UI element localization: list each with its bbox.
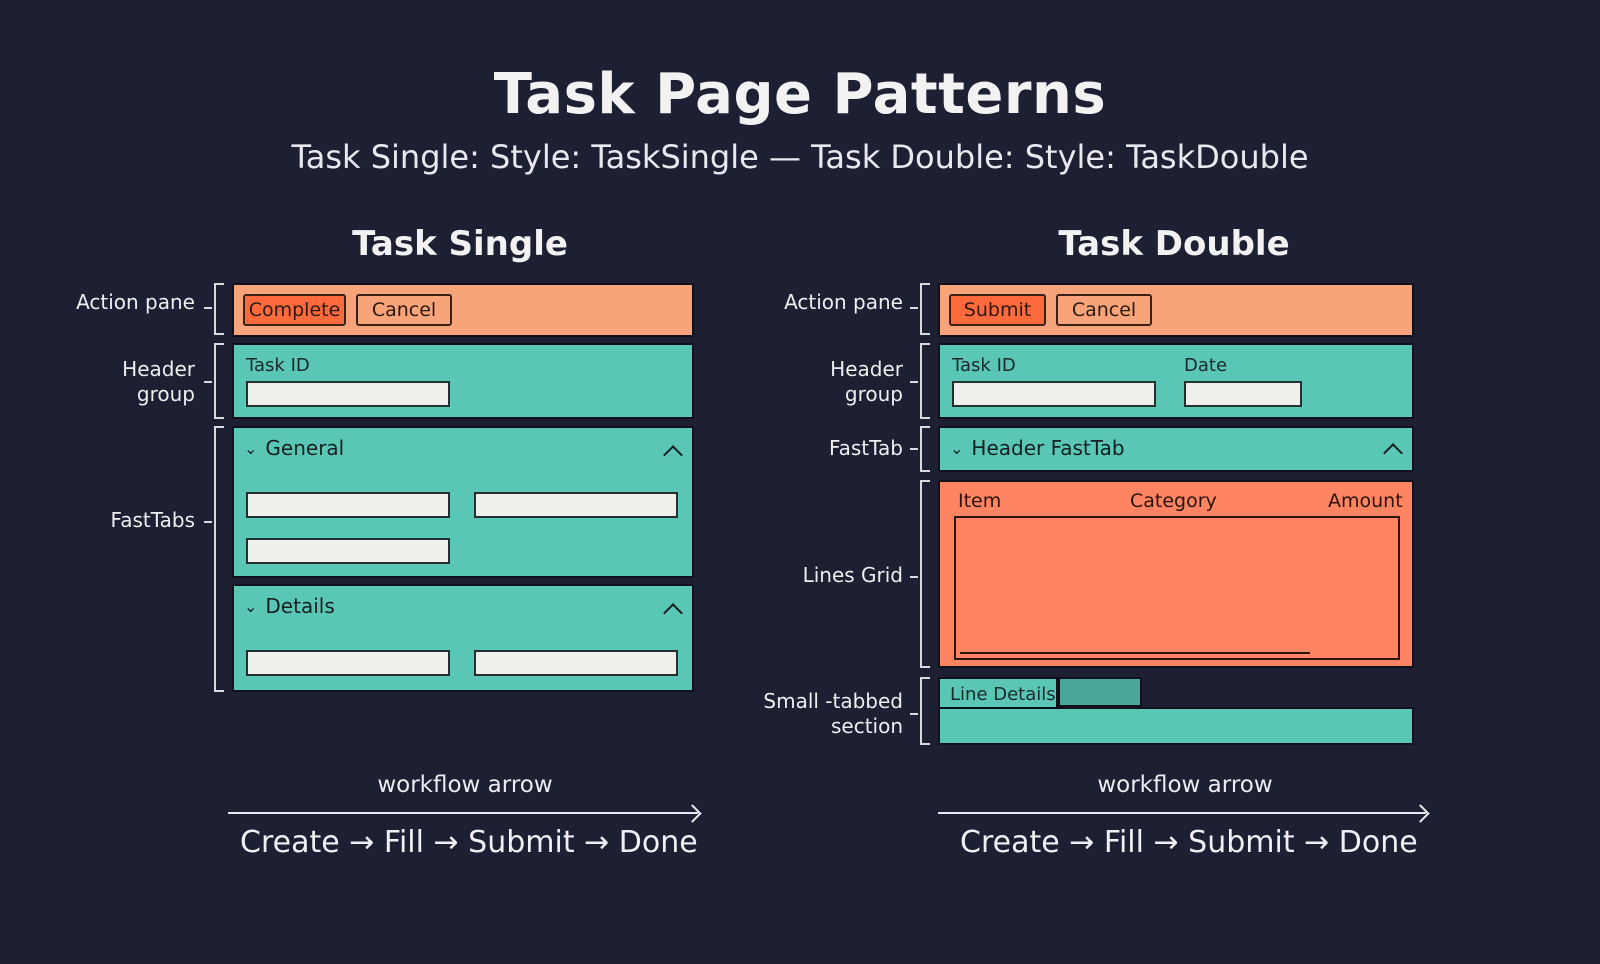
grid-column-item[interactable]: Item	[958, 490, 1001, 512]
label-tick	[910, 307, 918, 309]
action-pane: Submit Cancel	[938, 283, 1414, 337]
tab-line-details[interactable]: Line Details	[938, 677, 1058, 709]
arrow-right-icon	[683, 804, 702, 823]
general-field-3[interactable]	[246, 538, 450, 564]
fasttab-header[interactable]: ⌄ Header FastTab	[950, 436, 1125, 460]
label-fasttabs: FastTabs	[110, 508, 195, 532]
label-lines-grid: Lines Grid	[802, 563, 903, 587]
date-input[interactable]	[1184, 381, 1302, 407]
bracket-small-tabbed	[920, 677, 930, 745]
workflow-arrow-line	[938, 812, 1426, 814]
details-field-2[interactable]	[474, 650, 678, 676]
label-action-pane: Action pane	[76, 290, 195, 314]
label-fasttab: FastTab	[828, 436, 903, 460]
general-field-1[interactable]	[246, 492, 450, 518]
bracket-lines-grid	[920, 480, 930, 668]
action-pane: Complete Cancel	[232, 283, 694, 337]
label-tick	[910, 448, 918, 450]
cancel-button[interactable]: Cancel	[356, 294, 452, 326]
label-tick	[910, 576, 918, 578]
arrow-right-icon	[1411, 804, 1430, 823]
header-fasttab: ⌄ Header FastTab	[938, 426, 1414, 472]
fasttab-header[interactable]: ⌄ Details	[244, 594, 335, 618]
label-tick	[204, 521, 212, 523]
workflow-arrow-label: workflow arrow	[1097, 772, 1273, 798]
chevron-down-icon: ⌄	[244, 596, 258, 616]
label-tick	[204, 381, 212, 383]
header-group: Task ID Date	[938, 343, 1414, 419]
label-small-tabbed: Small -tabbed section	[763, 689, 903, 738]
task-id-input[interactable]	[246, 381, 450, 407]
details-field-1[interactable]	[246, 650, 450, 676]
label-tick	[910, 713, 918, 715]
bracket-header-group	[920, 343, 930, 419]
general-field-2[interactable]	[474, 492, 678, 518]
fasttab-header[interactable]: ⌄ General	[244, 436, 344, 460]
task-double-heading: Task Double	[1058, 224, 1290, 264]
complete-button[interactable]: Complete	[243, 294, 346, 326]
bracket-fasttabs	[214, 426, 224, 692]
task-id-label: Task ID	[246, 355, 310, 376]
task-id-input[interactable]	[952, 381, 1156, 407]
grid-column-amount[interactable]: Amount	[1328, 490, 1403, 512]
fasttab-title: General	[265, 436, 345, 460]
chevron-up-icon[interactable]	[1383, 443, 1403, 463]
fasttab-title: Header FastTab	[971, 436, 1125, 460]
task-id-label: Task ID	[952, 355, 1016, 376]
label-header-group: Header group	[830, 357, 903, 406]
label-action-pane: Action pane	[784, 290, 903, 314]
tab-line-details-label: Line Details	[950, 684, 1056, 705]
bracket-action-pane	[920, 283, 930, 335]
submit-button[interactable]: Submit	[949, 294, 1046, 326]
tab-inactive[interactable]	[1058, 677, 1142, 707]
lines-grid: Item Category Amount	[938, 480, 1414, 668]
bracket-header-group	[214, 343, 224, 419]
workflow-steps: Create → Fill → Submit → Done	[240, 825, 698, 860]
page-subtitle: Task Single: Style: TaskSingle — Task Do…	[291, 138, 1309, 176]
task-single-heading: Task Single	[352, 224, 568, 264]
bracket-fasttab	[920, 426, 930, 472]
workflow-steps: Create → Fill → Submit → Done	[960, 825, 1418, 860]
fasttab-title: Details	[265, 594, 335, 618]
chevron-up-icon[interactable]	[663, 445, 683, 465]
bracket-action-pane	[214, 283, 224, 335]
header-group: Task ID	[232, 343, 694, 419]
grid-body[interactable]	[954, 516, 1400, 660]
label-tick	[910, 381, 918, 383]
chevron-down-icon: ⌄	[244, 438, 258, 458]
small-tabbed-section	[938, 707, 1414, 745]
page-title: Task Page Patterns	[493, 62, 1107, 127]
chevron-up-icon[interactable]	[663, 603, 683, 623]
workflow-arrow-label: workflow arrow	[377, 772, 553, 798]
grid-row-line	[960, 652, 1310, 654]
label-tick	[204, 307, 212, 309]
cancel-button[interactable]: Cancel	[1056, 294, 1152, 326]
chevron-down-icon: ⌄	[950, 438, 964, 458]
fasttab-general: ⌄ General	[232, 426, 694, 578]
label-header-group: Header group	[122, 357, 195, 406]
workflow-arrow-line	[228, 812, 698, 814]
date-label: Date	[1184, 355, 1228, 376]
grid-column-category[interactable]: Category	[1130, 490, 1217, 512]
fasttab-details: ⌄ Details	[232, 584, 694, 692]
